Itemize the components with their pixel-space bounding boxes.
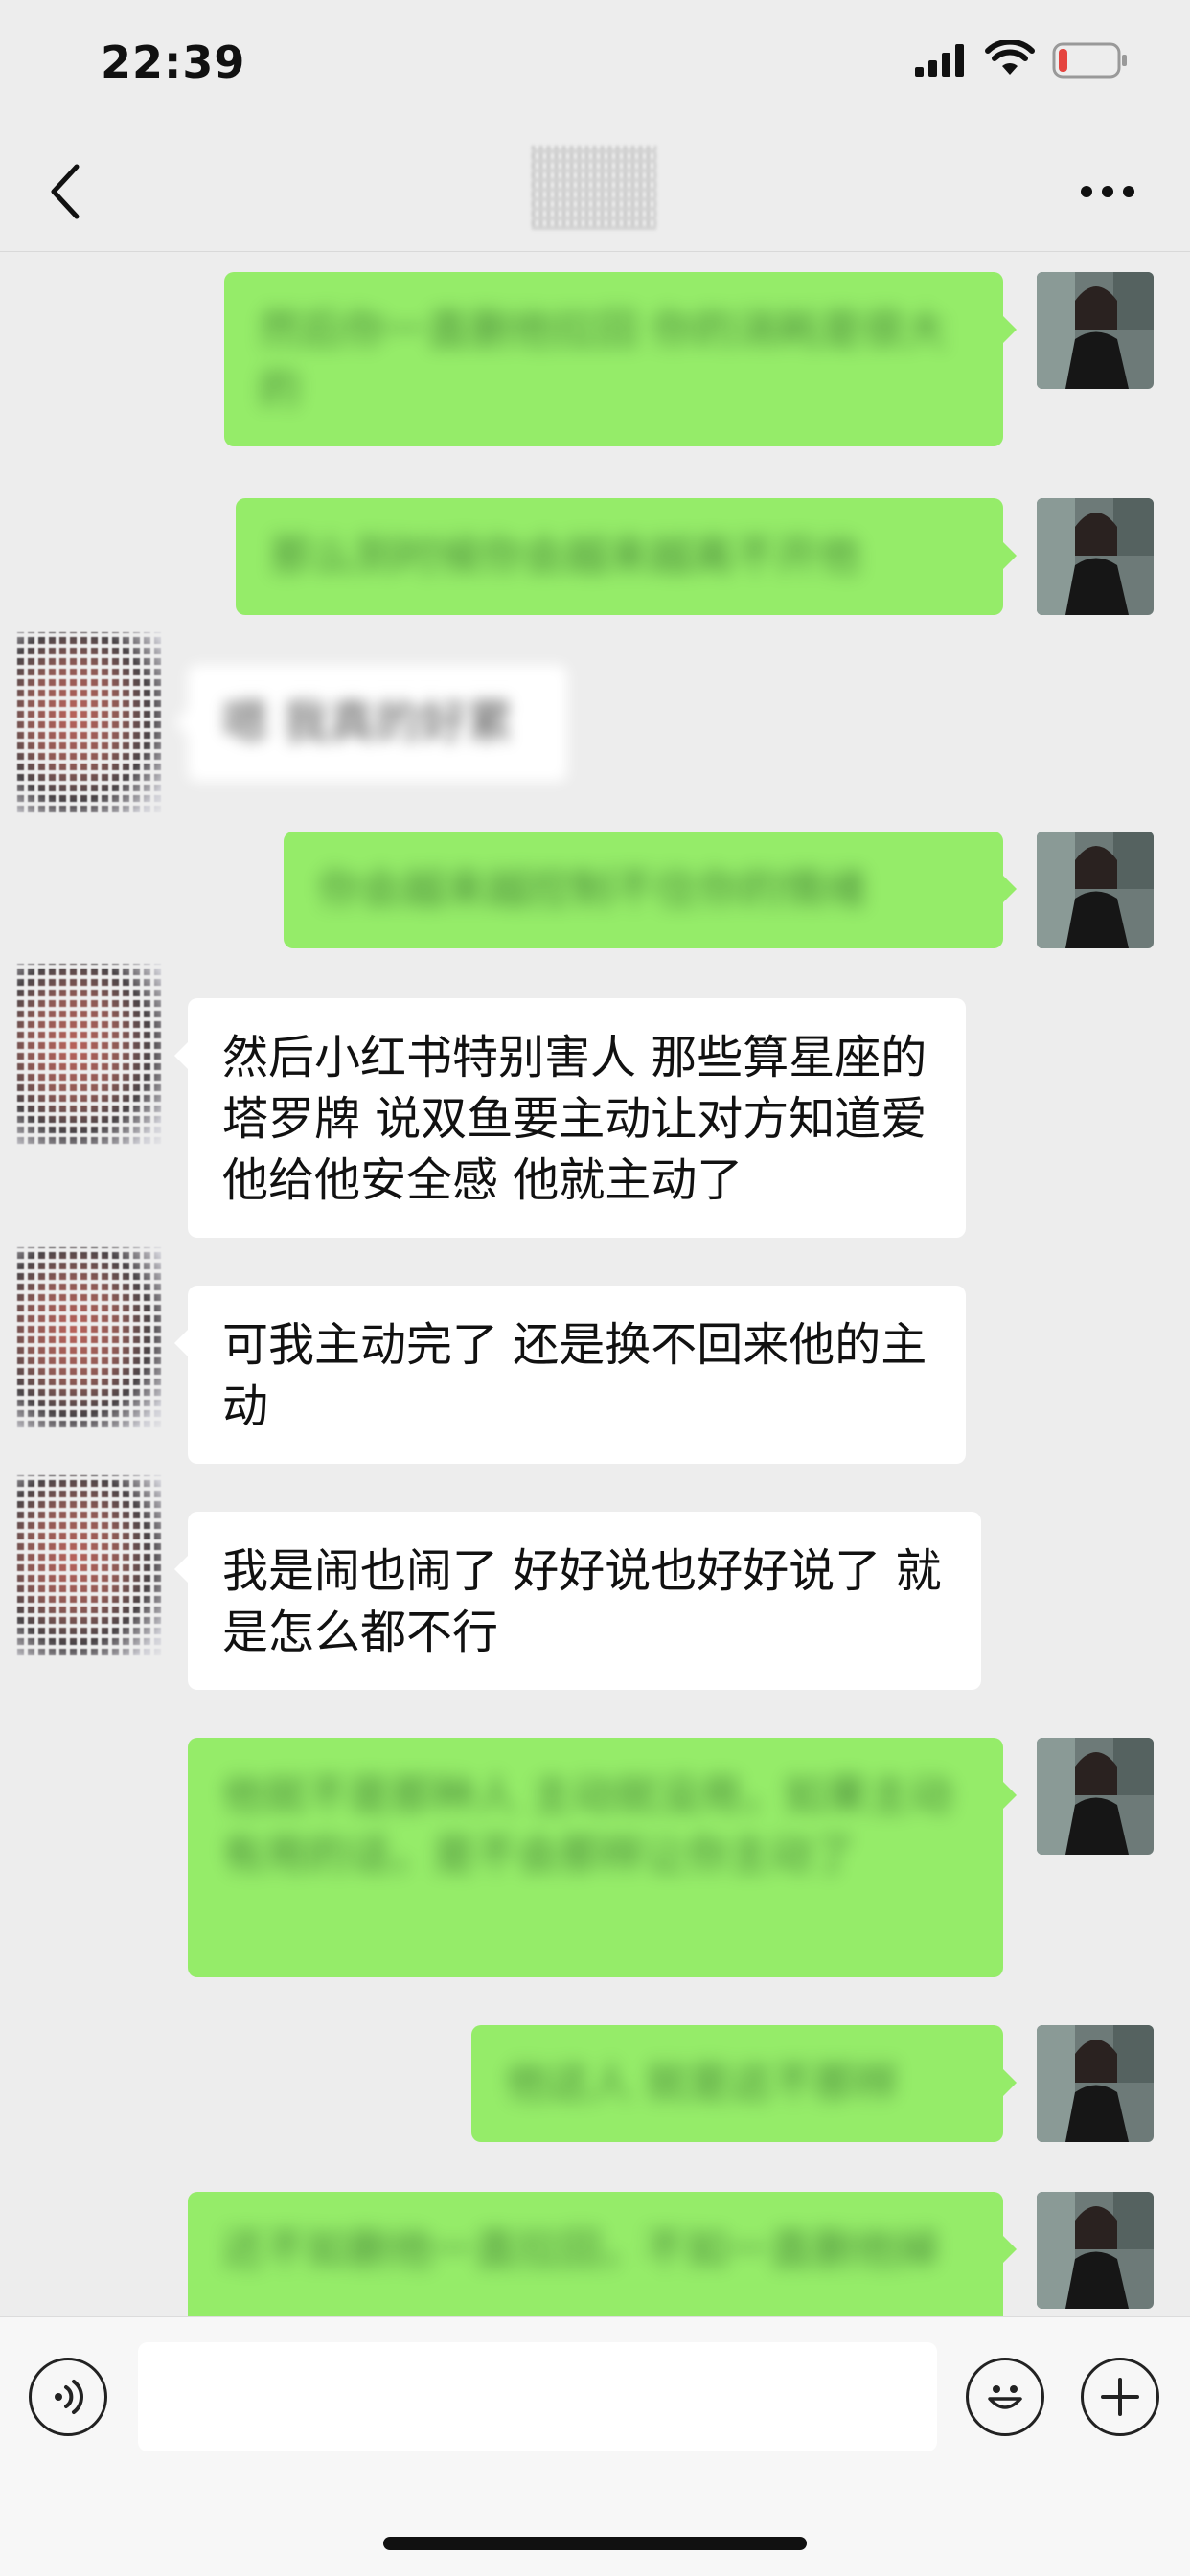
- more-dots-icon[interactable]: [1079, 184, 1136, 199]
- my-avatar[interactable]: [1037, 2025, 1154, 2142]
- message-text: 然后你一直删他拉回 你的消耗是很大的: [259, 306, 947, 414]
- my-avatar[interactable]: [1037, 272, 1154, 389]
- chat-header: [0, 134, 1190, 252]
- my-avatar[interactable]: [1037, 2192, 1154, 2309]
- message-text: 那么到时候你会越来越离不开他: [270, 532, 860, 581]
- message-text: 他这人 就是这不那样: [506, 2059, 899, 2108]
- home-indicator[interactable]: [383, 2537, 807, 2550]
- message-text: 然后小红书特别害人 那些算星座的塔罗牌 说双鱼要主动让对方知道爱他给他安全感 他…: [222, 1031, 927, 1207]
- battery-icon: [1052, 42, 1127, 79]
- my-avatar[interactable]: [1037, 832, 1154, 948]
- wifi-icon: [985, 40, 1035, 75]
- message-bubble-other[interactable]: 然后小红书特别害人 那些算星座的塔罗牌 说双鱼要主动让对方知道爱他给他安全感 他…: [174, 998, 966, 1238]
- message-text: 我是闹也闹了 好好说也好好说了 就是怎么都不行: [222, 1544, 942, 1659]
- voice-icon[interactable]: [29, 2358, 107, 2436]
- message-bubble-me[interactable]: 然后你一直删他拉回 你的消耗是很大的: [224, 272, 1017, 446]
- my-avatar[interactable]: [1037, 498, 1154, 615]
- message-bubble-other[interactable]: 我是闹也闹了 好好说也好好说了 就是怎么都不行: [174, 1512, 981, 1690]
- message-input[interactable]: [138, 2342, 937, 2451]
- plus-icon[interactable]: [1081, 2358, 1159, 2436]
- chevron-left-icon[interactable]: [46, 161, 84, 222]
- my-avatar[interactable]: [1037, 1738, 1154, 1855]
- chat-title-redacted: [532, 146, 656, 230]
- message-text: 他就不是那种人 主动就没用，如果主动有用的话，是不会那样让你主动了: [222, 1771, 952, 1880]
- message-bubble-other[interactable]: 可我主动完了 还是换不回来他的主动: [174, 1286, 966, 1464]
- emoji-icon[interactable]: [966, 2358, 1044, 2436]
- message-bubble-other[interactable]: 嗯 我真的好累: [174, 665, 567, 782]
- contact-avatar[interactable]: [13, 1247, 165, 1431]
- contact-avatar[interactable]: [13, 632, 165, 816]
- message-bubble-me[interactable]: 他这人 就是这不那样: [471, 2025, 1017, 2142]
- message-bubble-me[interactable]: 你会越来越控制不住你的情绪: [284, 832, 1017, 948]
- cellular-signal-icon: [915, 44, 964, 77]
- message-row: 还不如删他一直拉回，不如一直删他掉: [0, 2192, 1190, 2316]
- status-time: 22:39: [101, 36, 246, 88]
- message-bubble-me[interactable]: 还不如删他一直拉回，不如一直删他掉: [188, 2192, 1017, 2316]
- message-text: 嗯 我真的好累: [222, 695, 514, 749]
- message-bubble-me[interactable]: 那么到时候你会越来越离不开他: [236, 498, 1017, 615]
- message-text: 你会越来越控制不住你的情绪: [318, 865, 866, 914]
- status-bar: 22:39: [0, 0, 1190, 134]
- contact-avatar[interactable]: [13, 1475, 165, 1659]
- message-text: 可我主动完了 还是换不回来他的主动: [222, 1318, 927, 1433]
- message-text: 还不如删他一直拉回，不如一直删他掉: [222, 2225, 939, 2274]
- message-bubble-me[interactable]: 他就不是那种人 主动就没用，如果主动有用的话，是不会那样让你主动了: [188, 1738, 1017, 1977]
- contact-avatar[interactable]: [13, 964, 165, 1148]
